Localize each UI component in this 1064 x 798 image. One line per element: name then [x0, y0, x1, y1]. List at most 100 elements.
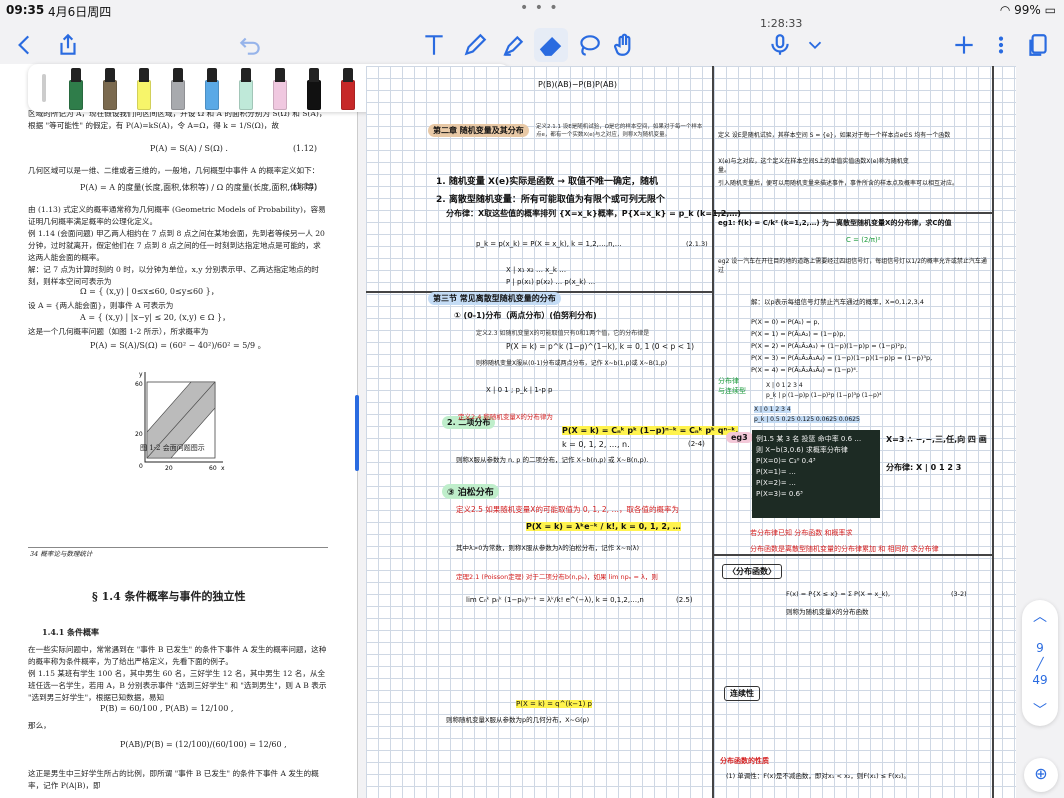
wifi-icon: ◠ [999, 3, 1011, 17]
pen-color-swatch[interactable] [204, 68, 220, 110]
printed-note: 则称随机变量X服从参数为p的几何分布，X~G(p) [446, 716, 590, 724]
pen-color-swatch[interactable] [340, 68, 356, 110]
figure-axis-label: y [139, 371, 143, 378]
pen-cap [105, 68, 115, 82]
paragraph: 解：记 7 点为计算时刻的 0 时，以分钟为单位，x,y 分别表示甲、乙两达指定… [28, 265, 319, 286]
pen-color-swatch[interactable] [272, 68, 288, 110]
paragraph: 这正是男生中三好学生所占的比例，即所谓 "事件 B 已发生" 的条件下事件 A … [28, 769, 319, 790]
printed-note: 其中λ>0为常数，则称X服从参数为λ的泊松分布，记作 X~π(λ) [456, 544, 640, 552]
palette-drag-handle[interactable] [42, 74, 46, 102]
page-overview-button[interactable] [1024, 28, 1052, 62]
share-button[interactable] [54, 28, 82, 62]
pen-body [171, 80, 185, 110]
more-vertical-icon [998, 36, 1004, 54]
printed-note: (1) 单调性：F(x)是不减函数，即对x₁ < x₂，则F(x₁) ≤ F(x… [726, 772, 911, 780]
equation: P(B) = 60/100 , P(AB) = 12/100 , [100, 704, 234, 713]
multitasking-dots-icon[interactable]: • • • [520, 0, 559, 16]
pen-color-swatch[interactable] [306, 68, 322, 110]
figure-tick-label: 60 [209, 465, 217, 472]
handwritten-example: eg1: f(k) = C/k² (k=1,2,…) 为一离散型随机变量X的分布… [718, 219, 952, 227]
plus-icon [955, 36, 973, 54]
paragraph: 那么， [28, 721, 51, 730]
equation: Ω = { (x,y) | 0≤x≤60, 0≤y≤60 }， [80, 287, 219, 296]
blackboard-image: 例1.5 某 3 名 投篮 命中率 0.6 … 则 X~b(3,0.6) 求概率… [752, 430, 880, 518]
printed-equation: P(X = 3) = P(Ā₁Ā₂Ā₃A₄) = (1−p)(1−p)(1−p)… [751, 354, 933, 362]
section-tag: 〈分布函数〉 [722, 564, 782, 579]
chevron-down-icon [808, 41, 822, 50]
pen-cap [207, 68, 217, 82]
microphone-button[interactable] [766, 28, 794, 62]
equation-number: (2.5) [676, 596, 693, 604]
figure-tick-label: 0 [139, 463, 143, 470]
column-divider [992, 66, 994, 798]
handwritten-note: ① (0-1)分布（两点分布）(伯努利分布) [454, 311, 597, 320]
equation-number: (3-2) [951, 590, 967, 598]
equation: A = { (x,y) | |x−y| ≤ 20, (x,y) ∈ Ω }， [80, 313, 231, 322]
page-scrollbar[interactable] [355, 395, 359, 471]
share-icon [60, 33, 76, 55]
pen-body [69, 80, 83, 110]
more-options-button[interactable] [990, 28, 1012, 62]
chevron-down-icon[interactable]: ﹀ [1022, 700, 1058, 720]
highlighter-tool-button[interactable] [498, 28, 528, 62]
pen-body [137, 80, 151, 110]
undo-icon [239, 37, 260, 55]
paragraph: 这是一个几何概率问题（如图 1-2 所示），所求概率为 [28, 327, 209, 336]
example-tag: eg3 [726, 432, 753, 443]
status-date: 4月6日周四 [48, 5, 112, 19]
lasso-tool-button[interactable] [574, 28, 604, 62]
pen-color-swatch[interactable] [68, 68, 84, 110]
chevron-up-icon[interactable]: ︿ [1022, 606, 1058, 626]
section-tag: 第三节 常见离散型随机变量的分布 [428, 292, 561, 305]
status-time: 09:35 [6, 3, 45, 17]
equation: P(AB)/P(B) = (12/100)/(60/100) = 12/60 , [120, 740, 287, 749]
table-row: P | p(x₁) p(x₂) … p(x_k) … [506, 278, 596, 286]
recording-menu-button[interactable] [804, 28, 826, 62]
pen-color-swatch[interactable] [170, 68, 186, 110]
back-button[interactable] [12, 28, 38, 62]
equation: P(A) = S(A) / S(Ω) . [150, 144, 228, 153]
chapter-tag: 第二章 随机变量及其分布 [428, 124, 529, 137]
undo-button[interactable] [236, 28, 264, 62]
figure-tick-label: 20 [135, 431, 143, 438]
magnifier-plus-icon: ⊕ [1034, 764, 1048, 783]
pen-color-swatch[interactable] [136, 68, 152, 110]
lasso-icon [580, 35, 600, 56]
printed-equation: p_k = p(x_k) = P(X = x_k), k = 1,2,…,n,… [476, 240, 622, 248]
hand-tool-button[interactable] [610, 28, 640, 62]
printed-equation: k = 0, 1, 2, …, n. [562, 440, 630, 449]
pen-body [307, 80, 321, 110]
equation-number: (2.1.3) [686, 240, 708, 248]
handwritten-formula: P(B)(AB)−P(B)P(AB) [538, 80, 618, 89]
pen-color-swatch[interactable] [238, 68, 254, 110]
printed-note: 则称随机变量X服从(0-1)分布或两点分布，记作 X~b(1,p)或 X~B(1… [476, 360, 668, 367]
add-page-button[interactable] [950, 28, 978, 62]
table-row: p_k | 0.5 0.25 0.125 0.0625 0.0625 [754, 416, 860, 423]
table-row: p_k | p (1−p)p (1−p)²p (1−p)³p (1−p)⁴ [766, 392, 882, 399]
handwritten-note: 分布律 与连续型 [718, 377, 746, 395]
printed-theorem: 定理2.1 (Poisson定理) 对于二项分布b(n,pₙ)，如果 lim n… [456, 573, 658, 581]
top-toolbar [0, 28, 1064, 64]
hand-icon [614, 33, 631, 56]
printed-definition: 定义2.3 如随机变量X的可能取值只有0和1两个值，它的分布律是 [476, 330, 650, 337]
eraser-tool-button[interactable] [534, 28, 568, 62]
page-separator: ╱ [1036, 657, 1044, 671]
pdf-page-left[interactable]: 区域的所记为 A，现在假设我们向区间区域，并设 Ω 和 A 的面积分别为 S(Ω… [0, 64, 358, 798]
pen-body [205, 80, 219, 110]
printed-equation: P(X = 0) = P(A₁) = p, [751, 318, 820, 326]
battery-percent: 99% [1014, 3, 1041, 17]
pen-tool-button[interactable] [460, 28, 490, 62]
printed-note: 引入随机变量后，便可以用随机变量来描述事件，事件所含的样本点及概率可以相互对应。 [718, 180, 959, 187]
equation-number: (2-4) [688, 440, 705, 448]
pen-icon [464, 33, 487, 56]
table-row: X | 0 1 ; p_k | 1-p p [486, 386, 553, 394]
zoom-button[interactable]: ⊕ [1024, 758, 1058, 792]
battery-status: ◠ 99% ▭ [1000, 3, 1056, 17]
handwritten-note: 分布律：X取这些值的概率排列 {X=x_k}概率，P{X=x_k} = p_k … [446, 209, 741, 218]
pen-body [239, 80, 253, 110]
table-row: X | 0 1 2 3 4 [754, 406, 791, 413]
text-tool-button[interactable] [420, 28, 448, 62]
current-page: 9 [1036, 641, 1044, 655]
pen-color-swatch[interactable] [102, 68, 118, 110]
note-page-right[interactable]: P(B)(AB)−P(B)P(AB) 第二章 随机变量及其分布 定义2.1.1 … [366, 66, 1016, 798]
